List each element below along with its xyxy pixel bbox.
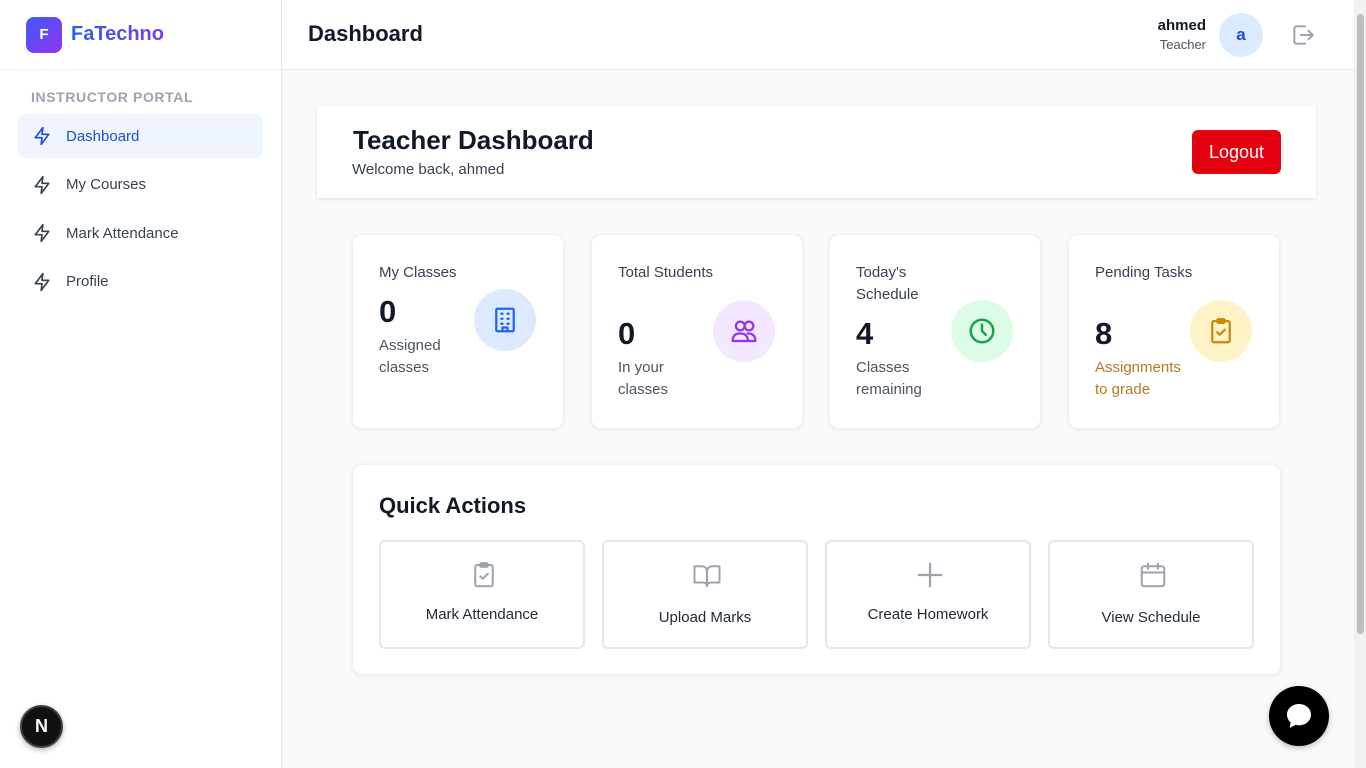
user-info: ahmed Teacher [1158,17,1206,55]
create-homework-button[interactable]: Create Homework [825,540,1031,649]
quick-actions-title: Quick Actions [379,493,527,518]
logout-icon[interactable] [1290,22,1316,48]
stat-value: 4 [856,316,874,351]
topbar: Dashboard ahmed Teacher a [282,0,1354,70]
building-icon [474,289,536,351]
upload-marks-button[interactable]: Upload Marks [602,540,808,649]
avatar[interactable]: a [1219,13,1263,57]
sidebar-section-label: INSTRUCTOR PORTAL [31,89,194,105]
brand-name[interactable]: FaTechno [71,23,164,46]
sidebar-item-label: Dashboard [66,127,140,145]
quick-action-label: View Schedule [1101,609,1201,626]
user-name: ahmed [1157,17,1206,34]
bolt-icon [34,175,50,194]
stat-note: In your classes [618,359,669,398]
users-icon [713,300,775,362]
stat-card-total-students: Total Students 0 In your classes [591,234,803,429]
user-role: Teacher [1159,37,1206,52]
sidebar-item-dashboard[interactable]: Dashboard [18,114,263,158]
stat-label: Total Students [618,264,714,281]
stat-label: My Classes [379,264,457,281]
scrollbar-thumb[interactable] [1357,14,1364,634]
chat-bubble-icon [1287,704,1311,728]
stat-note: Classes remaining [856,359,922,398]
bolt-icon [34,126,50,146]
dashboard-title: Teacher Dashboard [353,125,594,155]
stat-value: 0 [618,316,636,351]
sidebar-item-label: Profile [66,273,109,290]
brand[interactable]: F FaTechno [0,0,281,70]
stat-label: Today's Schedule [856,264,919,303]
quick-action-label: Create Homework [867,606,989,623]
stat-value: 0 [379,294,397,329]
bolt-icon [34,223,50,243]
sidebar-item-my-courses[interactable]: My Courses [18,163,263,207]
brand-logo[interactable]: F [26,16,62,53]
page-title: Dashboard [308,21,423,46]
sidebar-item-label: Mark Attendance [66,224,179,242]
stat-card-todays-schedule: Today's Schedule 4 Classes remaining [829,234,1041,429]
stat-note: Assignments to grade [1095,359,1181,398]
mark-attendance-button[interactable]: Mark Attendance [379,540,585,649]
dashboard-header: Teacher Dashboard Welcome back, ahmed Lo… [317,106,1316,198]
scrollbar[interactable] [1354,0,1366,768]
clipboard-check-icon [474,562,494,588]
stat-value: 8 [1095,316,1113,351]
quick-action-label: Mark Attendance [425,606,539,623]
bolt-icon [34,272,50,291]
plus-icon [917,562,943,588]
clock-icon [951,300,1013,362]
sidebar-item-mark-attendance[interactable]: Mark Attendance [18,211,263,255]
stat-note: Assigned classes [379,337,441,376]
framework-badge[interactable]: N [20,705,63,748]
sidebar-item-label: My Courses [66,176,147,193]
welcome-message: Welcome back, ahmed [352,161,505,178]
clipboard-check-icon [1190,300,1252,362]
logout-button[interactable]: Logout [1192,130,1281,174]
calendar-icon [1140,562,1166,588]
quick-actions: Quick Actions Mark Attendance Upload Mar… [352,464,1281,675]
stat-label: Pending Tasks [1095,264,1193,281]
sidebar-item-profile[interactable]: Profile [18,260,263,304]
book-open-icon [693,565,721,588]
view-schedule-button[interactable]: View Schedule [1048,540,1254,649]
stat-card-pending-tasks: Pending Tasks 8 Assignments to grade [1068,234,1280,429]
sidebar-nav: Dashboard My Courses Mark Attendance Pro… [18,114,263,308]
quick-action-label: Upload Marks [658,609,752,626]
chat-button[interactable] [1269,686,1329,746]
stat-card-my-classes: My Classes 0 Assigned classes [352,234,564,429]
sidebar: F FaTechno INSTRUCTOR PORTAL Dashboard M… [0,0,282,768]
